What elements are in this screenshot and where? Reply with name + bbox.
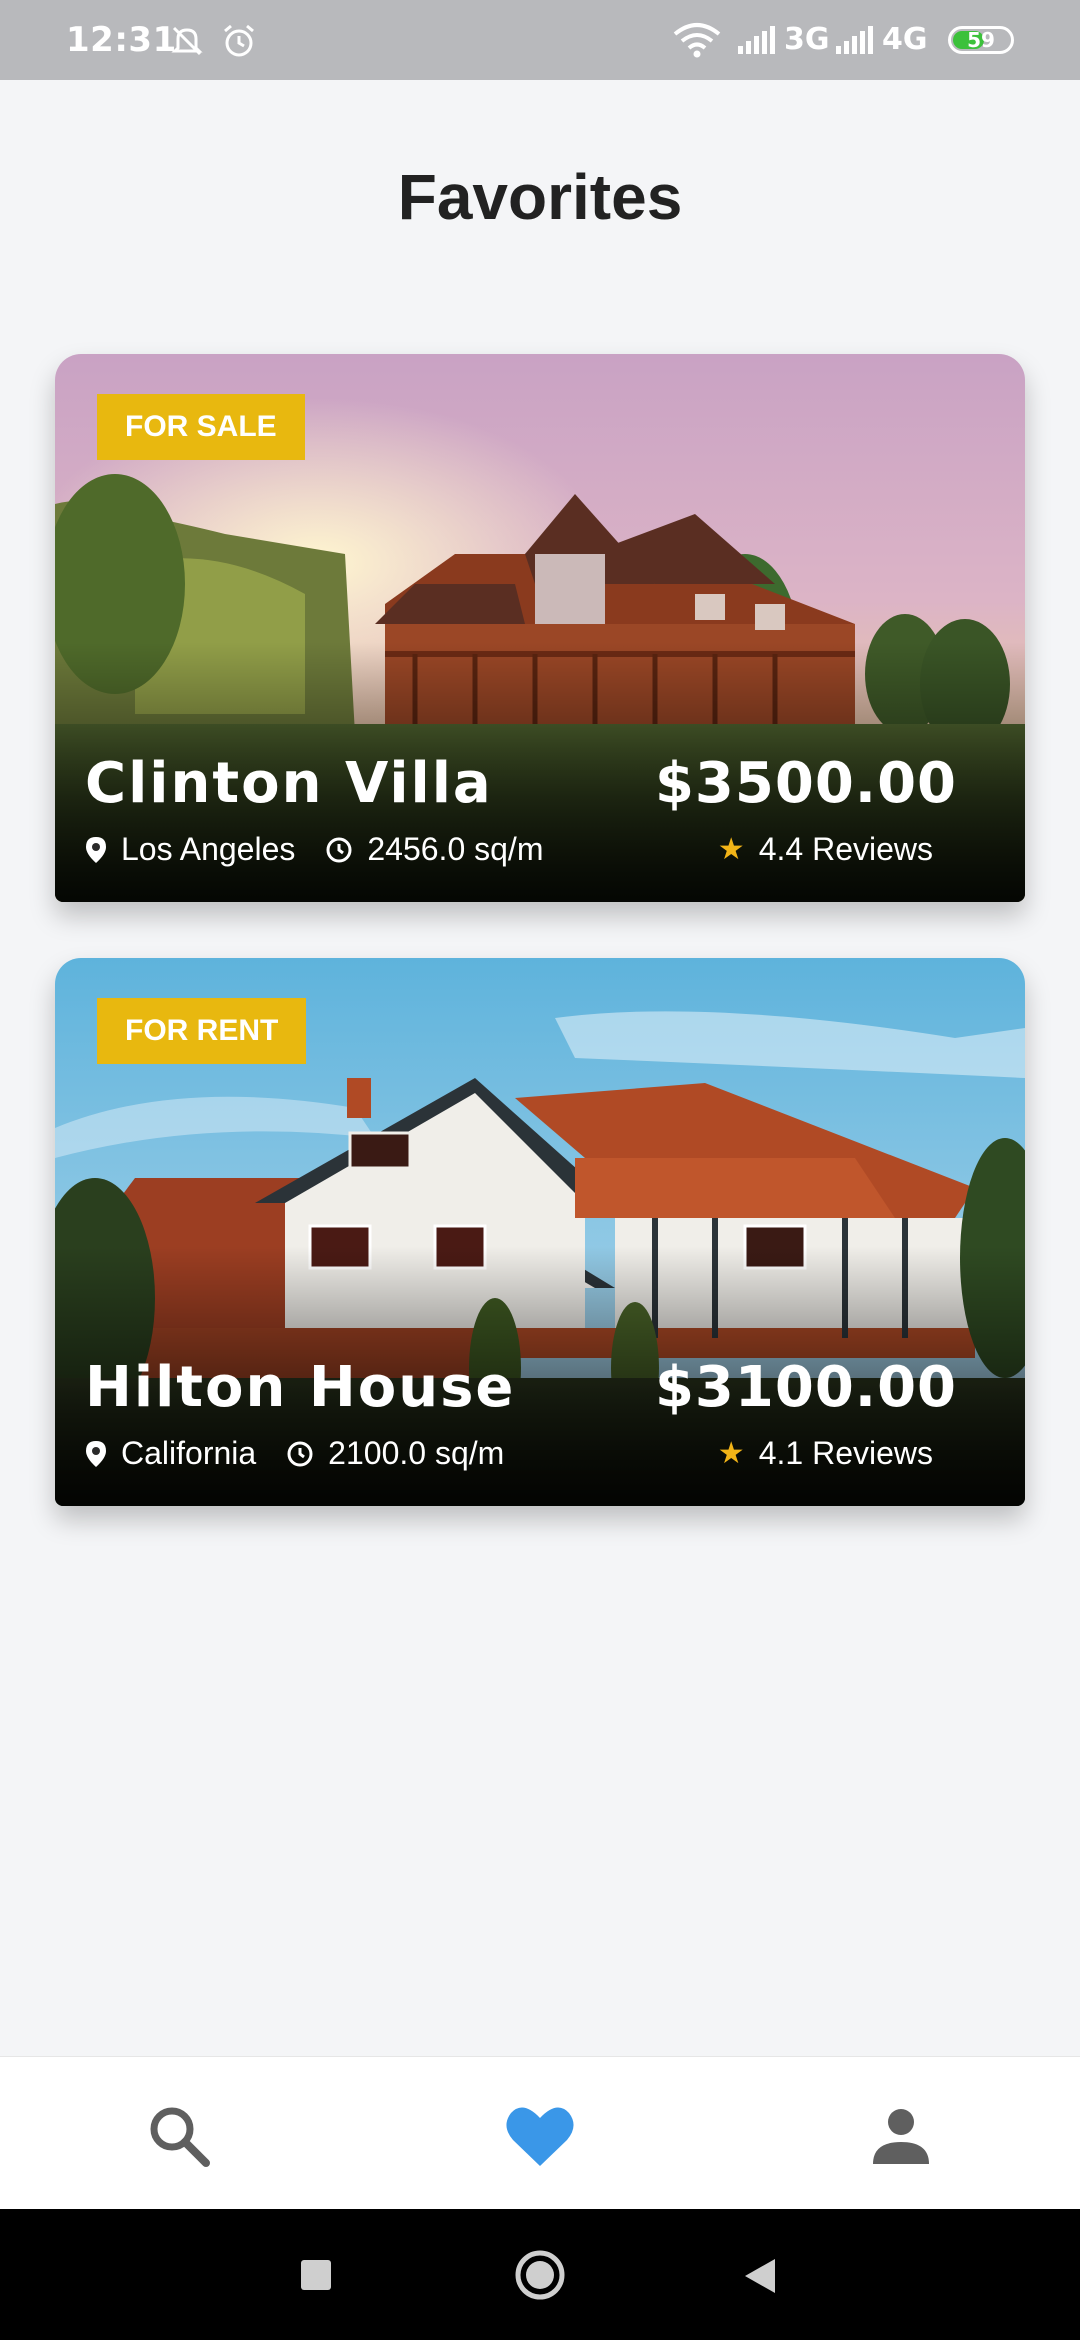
listing-area: 2456.0 sq/m [367, 831, 544, 867]
location-info: Los Angeles [85, 831, 295, 868]
listing-meta: Los Angeles 2456.0 sq/m [85, 831, 573, 868]
circle-icon [515, 2250, 565, 2300]
listing-area: 2100.0 sq/m [328, 1435, 505, 1471]
listing-location: California [121, 1435, 257, 1471]
page-title: Favorites [397, 161, 683, 233]
back-button[interactable] [742, 2257, 776, 2300]
battery-level: 59 [967, 28, 995, 52]
listing-rating: ★ 4.1 Reviews [718, 1435, 933, 1472]
listing-badge: FOR SALE [97, 394, 305, 460]
network-type-1: 3G [784, 22, 830, 57]
system-nav-bar [0, 2209, 1080, 2340]
rating-text: 4.1 Reviews [758, 1435, 933, 1471]
listing-card[interactable]: FOR SALE Clinton Villa $3500.00 Los Ange… [55, 354, 1025, 902]
location-pin-icon [86, 836, 106, 863]
heart-icon [506, 2107, 574, 2166]
status-time: 12:31 [66, 20, 177, 60]
search-icon [150, 2107, 210, 2167]
wifi-icon [672, 22, 722, 63]
network-type-2: 4G [882, 22, 928, 57]
mute-icon [168, 22, 206, 65]
signal-icon [736, 24, 778, 61]
alarm-icon [220, 22, 258, 65]
square-icon [301, 2260, 331, 2290]
area-info: 2456.0 sq/m [325, 831, 543, 868]
clock-icon [326, 837, 352, 862]
listing-price: $3500.00 [654, 751, 957, 816]
bottom-nav [0, 2056, 1080, 2210]
location-pin-icon [86, 1440, 106, 1467]
location-info: California [85, 1435, 256, 1472]
listing-rating: ★ 4.4 Reviews [718, 831, 933, 868]
listing-name: Hilton House [85, 1355, 516, 1420]
rating-text: 4.4 Reviews [758, 831, 933, 867]
nav-search[interactable] [144, 2101, 214, 2171]
listing-location: Los Angeles [121, 831, 296, 867]
listing-meta: California 2100.0 sq/m [85, 1435, 534, 1472]
listing-price: $3100.00 [654, 1355, 957, 1420]
star-icon: ★ [717, 1437, 745, 1470]
status-bar: 12:31 3G 4G 59 [0, 0, 1080, 80]
area-info: 2100.0 sq/m [286, 1435, 504, 1472]
recents-button[interactable] [300, 2259, 332, 2296]
clock-icon [287, 1441, 313, 1466]
listing-badge: FOR RENT [97, 998, 307, 1064]
back-triangle-icon [745, 2259, 775, 2293]
listing-card[interactable]: FOR RENT Hilton House $3100.00 Californi… [55, 958, 1025, 1506]
nav-favorites[interactable] [505, 2101, 575, 2171]
signal-icon [834, 24, 876, 61]
nav-profile[interactable] [866, 2101, 936, 2171]
home-button[interactable] [514, 2249, 566, 2306]
person-icon [873, 2109, 929, 2164]
battery-icon: 59 [948, 26, 1014, 54]
listing-name: Clinton Villa [85, 751, 493, 816]
star-icon: ★ [717, 833, 745, 866]
